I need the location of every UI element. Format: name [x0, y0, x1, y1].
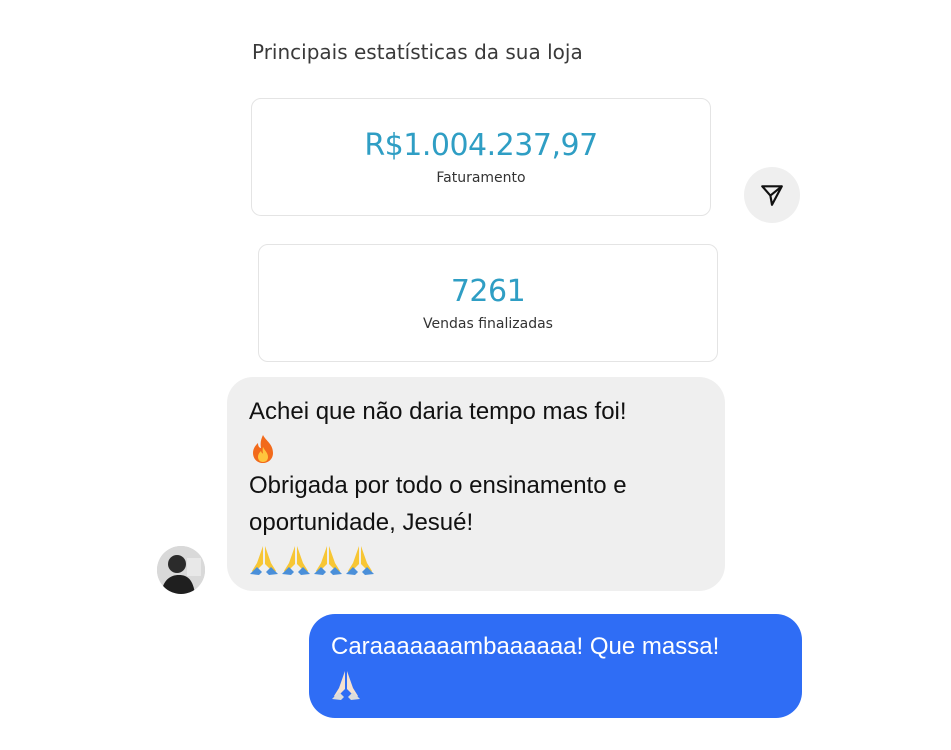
folded-hands-emoji-row: [249, 541, 705, 578]
folded-hands-icon: [346, 545, 374, 575]
share-button[interactable]: [744, 167, 800, 223]
sender-avatar[interactable]: [157, 546, 205, 594]
received-message-line: Obrigada por todo o ensinamento e: [249, 472, 627, 499]
received-message-bubble[interactable]: Achei que não daria tempo mas foi! Obrig…: [227, 377, 725, 591]
sent-message-bubble[interactable]: Caraaaaaaambaaaaaa! Que massa!: [309, 614, 802, 718]
received-message-line: oportunidade, Jesué!: [249, 509, 474, 536]
sent-message-line: Caraaaaaaambaaaaaa! Que massa!: [331, 633, 720, 660]
folded-hands-icon: [282, 545, 310, 575]
fire-emoji-row: [249, 430, 705, 467]
received-message-line: Achei que não daria tempo mas foi!: [249, 398, 627, 425]
stat-label-sales: Vendas finalizadas: [423, 315, 553, 332]
stat-card-sales: 7261 Vendas finalizadas: [258, 244, 718, 362]
stat-label-revenue: Faturamento: [436, 169, 526, 186]
avatar-image: [157, 546, 205, 594]
stats-heading: Principais estatísticas da sua loja: [252, 40, 583, 64]
paper-plane-icon: [761, 185, 783, 206]
folded-hands-icon: [314, 545, 342, 575]
stat-value-revenue: R$1.004.237,97: [364, 127, 598, 163]
folded-hands-icon: [332, 670, 360, 700]
folded-hands-icon: [250, 545, 278, 575]
fire-icon: [253, 434, 273, 463]
folded-hands-emoji-row: [331, 666, 780, 703]
stat-card-revenue: R$1.004.237,97 Faturamento: [251, 98, 711, 216]
stat-value-sales: 7261: [450, 273, 526, 309]
